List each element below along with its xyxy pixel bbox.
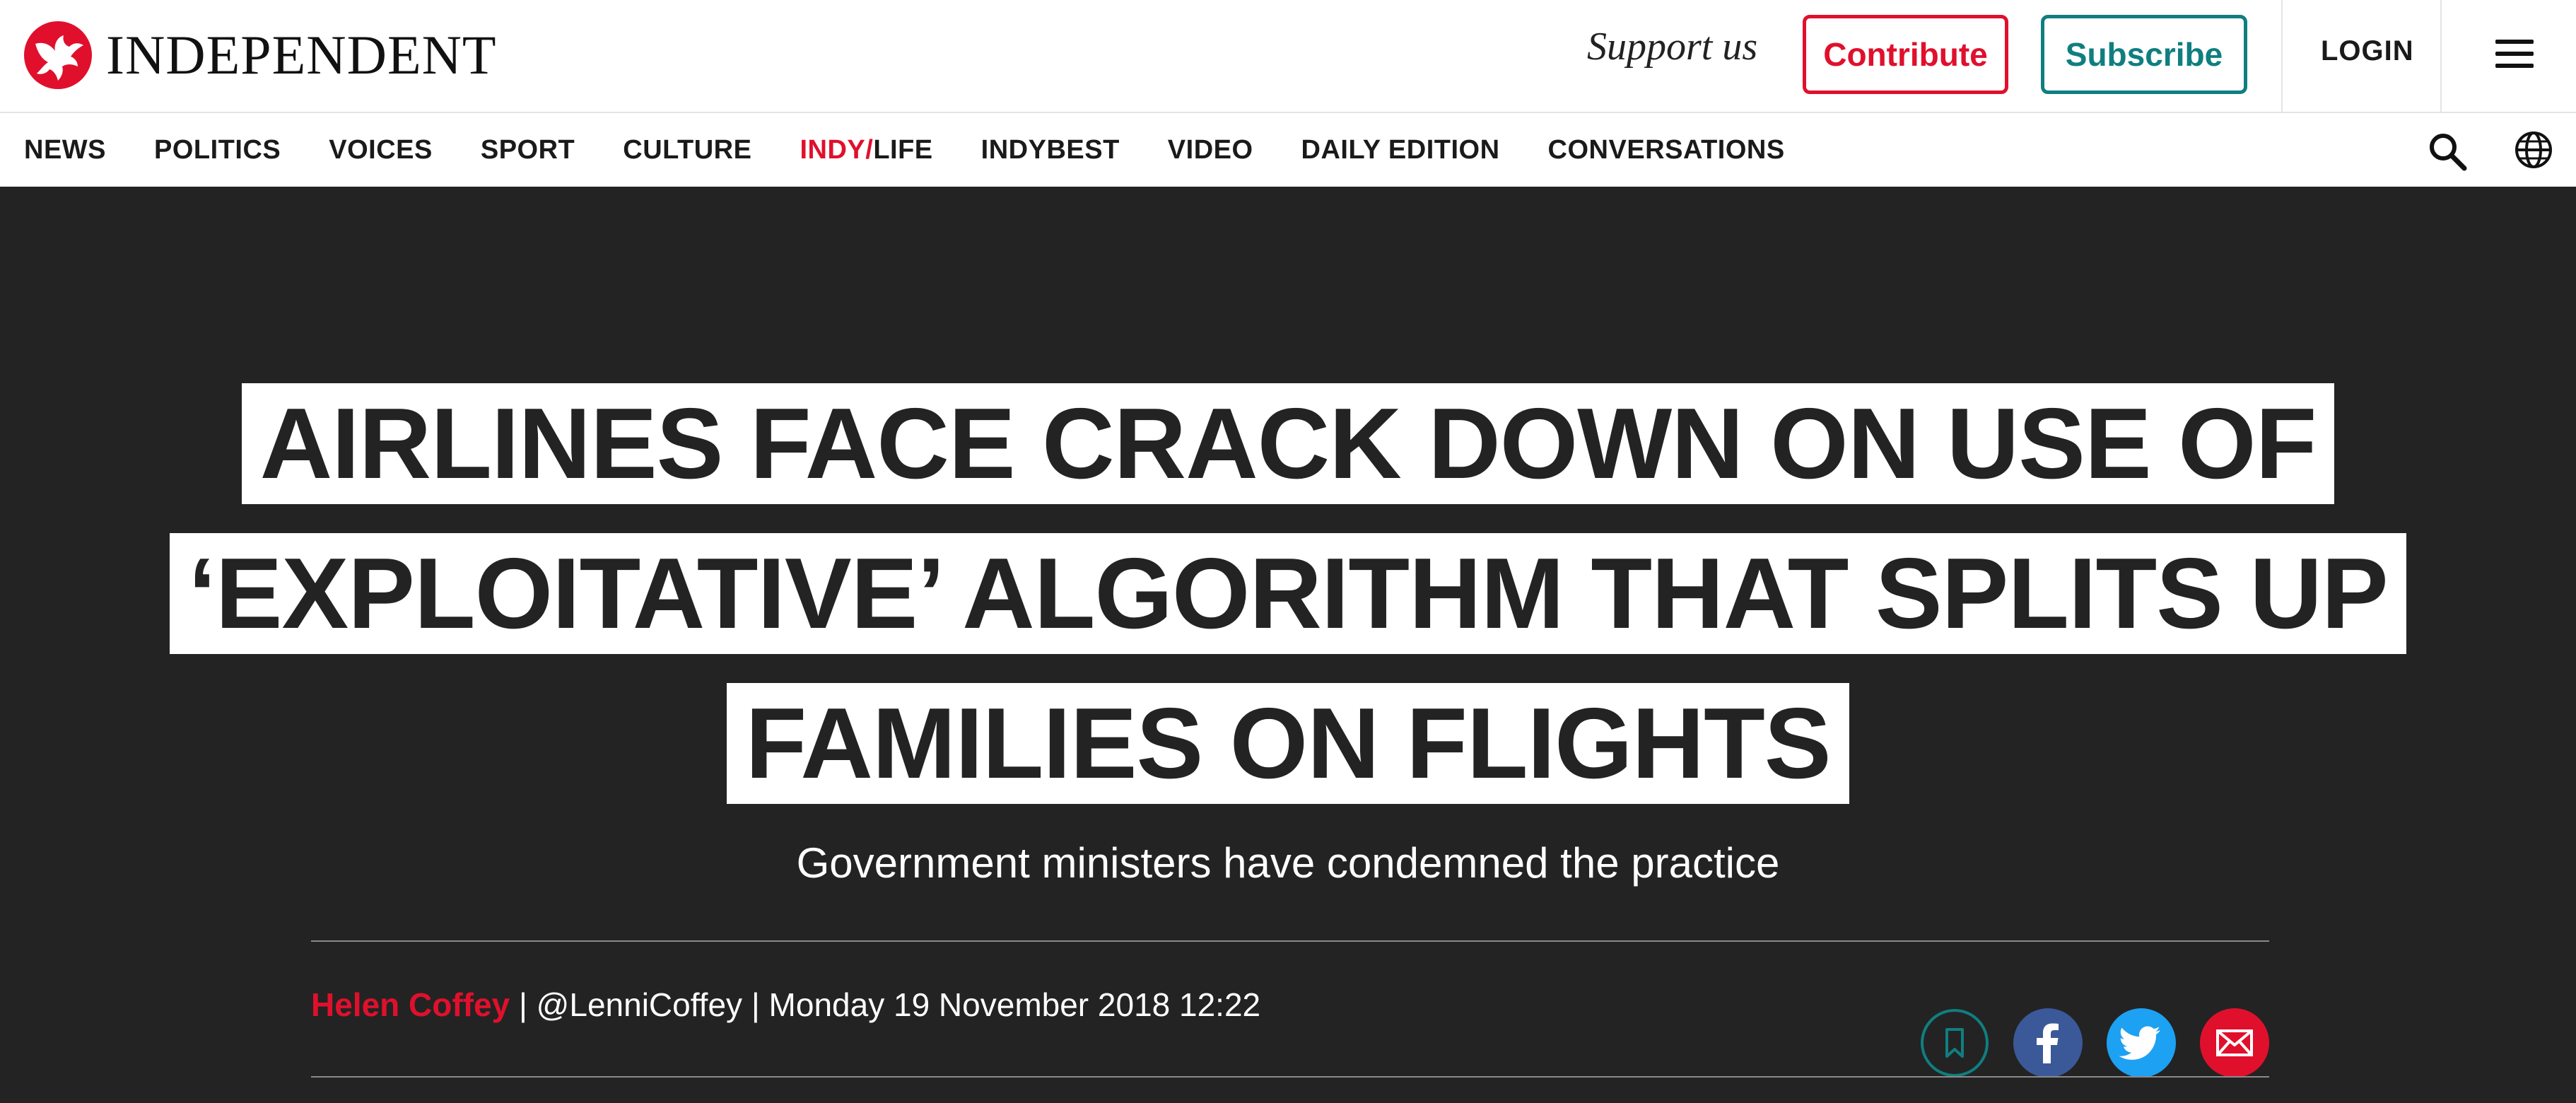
nav-item-politics[interactable]: POLITICS [154, 135, 281, 165]
article-byline: Helen Coffey | @LenniCoffey | Monday 19 … [311, 986, 1260, 1024]
nav-indy-prefix: INDY/ [800, 134, 874, 165]
twitter-icon [2107, 1008, 2176, 1078]
nav-item-news[interactable]: NEWS [24, 135, 106, 165]
bookmark-icon [1921, 1009, 1989, 1077]
byline-meta: | @LenniCoffey | Monday 19 November 2018… [510, 986, 1261, 1023]
nav-item-video[interactable]: VIDEO [1168, 135, 1253, 165]
contribute-button[interactable]: Contribute [1803, 15, 2008, 94]
headline-text: AIRLINES FACE CRACK DOWN ON USE OF ‘EXPL… [170, 383, 2406, 804]
nav-item-culture[interactable]: CULTURE [623, 135, 751, 165]
eagle-logo-icon [24, 21, 92, 89]
email-icon [2200, 1008, 2269, 1078]
author-link[interactable]: Helen Coffey [311, 986, 510, 1023]
facebook-share-button[interactable] [2013, 1008, 2083, 1078]
article-headline: AIRLINES FACE CRACK DOWN ON USE OF ‘EXPL… [0, 369, 2576, 819]
site-logo[interactable]: INDEPENDENT [23, 20, 497, 91]
bookmark-button[interactable] [1920, 1008, 1989, 1078]
globe-icon[interactable] [2514, 130, 2553, 170]
top-bar: INDEPENDENT Support us Contribute Subscr… [0, 0, 2576, 113]
subscribe-button[interactable]: Subscribe [2041, 15, 2247, 94]
support-us-text: Support us [1587, 25, 1758, 69]
article-hero: AIRLINES FACE CRACK DOWN ON USE OF ‘EXPL… [0, 187, 2576, 1103]
nav-item-conversations[interactable]: CONVERSATIONS [1548, 135, 1785, 165]
facebook-icon [2013, 1008, 2083, 1078]
nav-item-voices[interactable]: VOICES [329, 135, 433, 165]
nav-item-indy-life[interactable]: INDY/LIFE [800, 135, 932, 165]
article-standfirst: Government ministers have condemned the … [796, 839, 1780, 887]
logo-wordmark: INDEPENDENT [106, 24, 497, 86]
main-nav: NEWS POLITICS VOICES SPORT CULTURE INDY/… [0, 113, 2576, 187]
nav-item-sport[interactable]: SPORT [481, 135, 575, 165]
email-share-button[interactable] [2200, 1008, 2269, 1078]
twitter-share-button[interactable] [2107, 1008, 2176, 1078]
divider [2440, 0, 2442, 113]
menu-icon[interactable] [2495, 40, 2534, 68]
nav-indy-suffix: LIFE [873, 134, 933, 165]
nav-item-daily-edition[interactable]: DAILY EDITION [1301, 135, 1500, 165]
divider [311, 1076, 2269, 1078]
nav-item-indybest[interactable]: INDYBEST [981, 135, 1120, 165]
divider [311, 940, 2269, 942]
search-icon[interactable] [2426, 130, 2469, 173]
divider [2281, 0, 2283, 113]
login-link[interactable]: LOGIN [2321, 35, 2414, 67]
